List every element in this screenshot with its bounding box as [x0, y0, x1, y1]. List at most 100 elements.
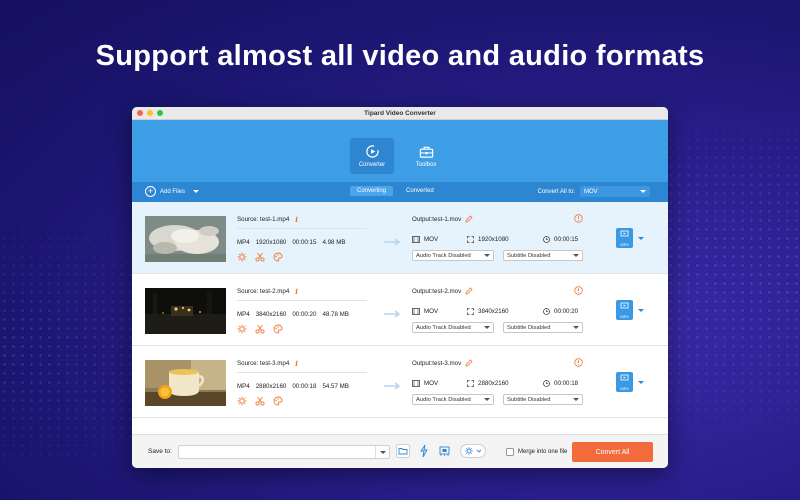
warning-icon[interactable]: [574, 358, 583, 367]
cut-icon[interactable]: [255, 396, 265, 406]
output-duration: 00:00:15: [554, 236, 579, 243]
output-format-picker[interactable]: MP4: [616, 300, 644, 320]
subtitle-select[interactable]: Subtitle Disabled: [503, 394, 583, 405]
audio-track-value: Audio Track Disabled: [416, 252, 471, 259]
video-thumbnail[interactable]: [145, 360, 226, 406]
output-format-picker[interactable]: MP4: [616, 228, 644, 248]
settings-gear-icon[interactable]: [460, 444, 486, 458]
format-file-icon[interactable]: MP4: [616, 300, 633, 320]
merge-label: Merge into one file: [518, 449, 568, 455]
format-badge-label: MP4: [620, 242, 629, 247]
palette-icon[interactable]: [273, 252, 283, 262]
hardware-acceleration-icon[interactable]: [418, 444, 430, 458]
source-format: MP4: [237, 239, 250, 246]
video-thumbnail[interactable]: [145, 288, 226, 334]
edit-tools: [237, 252, 283, 262]
cut-icon[interactable]: [255, 252, 265, 262]
output-filename: Output:test-3.mov: [412, 359, 473, 367]
audio-track-select[interactable]: Audio Track Disabled: [412, 394, 494, 405]
info-icon[interactable]: i: [295, 215, 298, 224]
gpu-icon[interactable]: [438, 444, 452, 458]
edit-pencil-icon[interactable]: [465, 215, 473, 223]
resize-icon: [467, 236, 474, 243]
convert-all-button[interactable]: Convert All: [572, 442, 653, 462]
output-duration-group: 00:00:15: [543, 236, 578, 243]
palette-icon[interactable]: [273, 324, 283, 334]
convert-all-to-label: Convert All to:: [537, 188, 575, 195]
convert-all-format-select[interactable]: MOV: [580, 186, 650, 197]
enhance-icon[interactable]: [237, 252, 247, 262]
add-files-button[interactable]: + Add Files: [145, 186, 200, 197]
audio-track-select[interactable]: Audio Track Disabled: [412, 322, 494, 333]
output-format-picker[interactable]: MP4: [616, 372, 644, 392]
track-selects: Audio Track Disabled Subtitle Disabled: [412, 394, 583, 405]
minimize-window-button[interactable]: [147, 110, 153, 116]
save-to-label: Save to:: [148, 448, 172, 455]
output-format-group: MOV: [412, 236, 438, 243]
cut-icon[interactable]: [255, 324, 265, 334]
audio-track-select[interactable]: Audio Track Disabled: [412, 250, 494, 261]
source-resolution: 2880x2160: [255, 383, 287, 390]
chevron-down-icon[interactable]: [193, 190, 200, 193]
merge-checkbox[interactable]: [506, 448, 514, 456]
subtitle-select[interactable]: Subtitle Disabled: [503, 250, 583, 261]
chevron-down-icon[interactable]: [638, 380, 644, 384]
footer-bar: Save to: Merge into one file Convert All: [132, 434, 668, 468]
file-row[interactable]: Source: test-3.mp4 i MP4 2880x2160 00:00…: [132, 346, 668, 418]
toolbox-icon: [419, 146, 433, 158]
source-filename: Source: test-3.mp4 i: [237, 359, 298, 368]
source-format: MP4: [237, 311, 250, 318]
zoom-window-button[interactable]: [157, 110, 163, 116]
subtitle-value: Subtitle Disabled: [507, 252, 551, 259]
toolbox-tab[interactable]: Toolbox: [404, 138, 448, 174]
source-size: 54.57 MB: [322, 383, 349, 390]
info-icon[interactable]: i: [295, 287, 298, 296]
folder-icon[interactable]: [396, 444, 410, 458]
warning-icon[interactable]: [574, 286, 583, 295]
chevron-down-icon: [484, 398, 490, 401]
window-title: Tipard Video Converter: [364, 110, 436, 117]
file-row[interactable]: Source: test-1.mp4 i MP4 1920x1080 00:00…: [132, 202, 668, 274]
audio-track-value: Audio Track Disabled: [416, 396, 471, 403]
close-window-button[interactable]: [137, 110, 143, 116]
output-duration-group: 00:00:20: [543, 308, 578, 315]
source-resolution: 3840x2160: [255, 311, 287, 318]
source-filename: Source: test-2.mp4 i: [237, 287, 298, 296]
converter-label: Converter: [358, 162, 386, 168]
subtitle-value: Subtitle Disabled: [507, 324, 551, 331]
edit-pencil-icon[interactable]: [465, 287, 473, 295]
output-resolution: 2880x2160: [478, 380, 509, 387]
film-icon: [412, 308, 420, 315]
track-selects: Audio Track Disabled Subtitle Disabled: [412, 250, 583, 261]
clock-icon: [543, 236, 550, 243]
save-path-field[interactable]: [178, 445, 390, 459]
converter-icon: [365, 145, 379, 158]
chevron-down-icon[interactable]: [638, 236, 644, 240]
palette-icon[interactable]: [273, 396, 283, 406]
chevron-down-icon: [379, 450, 386, 454]
merge-option[interactable]: Merge into one file: [506, 448, 567, 456]
video-thumbnail[interactable]: [145, 216, 226, 262]
save-path-dropdown[interactable]: [375, 446, 389, 458]
top-navigation: Converter Toolbox: [132, 120, 668, 182]
format-file-icon[interactable]: MP4: [616, 372, 633, 392]
convert-all-to: Convert All to: MOV: [538, 186, 650, 197]
window-controls: [137, 110, 163, 116]
info-icon[interactable]: i: [295, 359, 298, 368]
source-size: 4.98 MB: [322, 239, 346, 246]
footer-tools: [396, 444, 486, 458]
warning-icon[interactable]: [574, 214, 583, 223]
edit-pencil-icon[interactable]: [465, 359, 473, 367]
source-filename: Source: test-1.mp4 i: [237, 215, 298, 224]
enhance-icon[interactable]: [237, 396, 247, 406]
file-row[interactable]: Source: test-2.mp4 i MP4 3840x2160 00:00…: [132, 274, 668, 346]
subtitle-select[interactable]: Subtitle Disabled: [503, 322, 583, 333]
add-files-label: Add Files: [160, 188, 186, 195]
tab-converting[interactable]: Converting: [350, 186, 394, 196]
file-list: Source: test-1.mp4 i MP4 1920x1080 00:00…: [132, 202, 668, 418]
format-file-icon[interactable]: MP4: [616, 228, 633, 248]
tab-converted[interactable]: Converted: [399, 186, 441, 196]
chevron-down-icon[interactable]: [638, 308, 644, 312]
converter-tab[interactable]: Converter: [350, 138, 394, 174]
enhance-icon[interactable]: [237, 324, 247, 334]
